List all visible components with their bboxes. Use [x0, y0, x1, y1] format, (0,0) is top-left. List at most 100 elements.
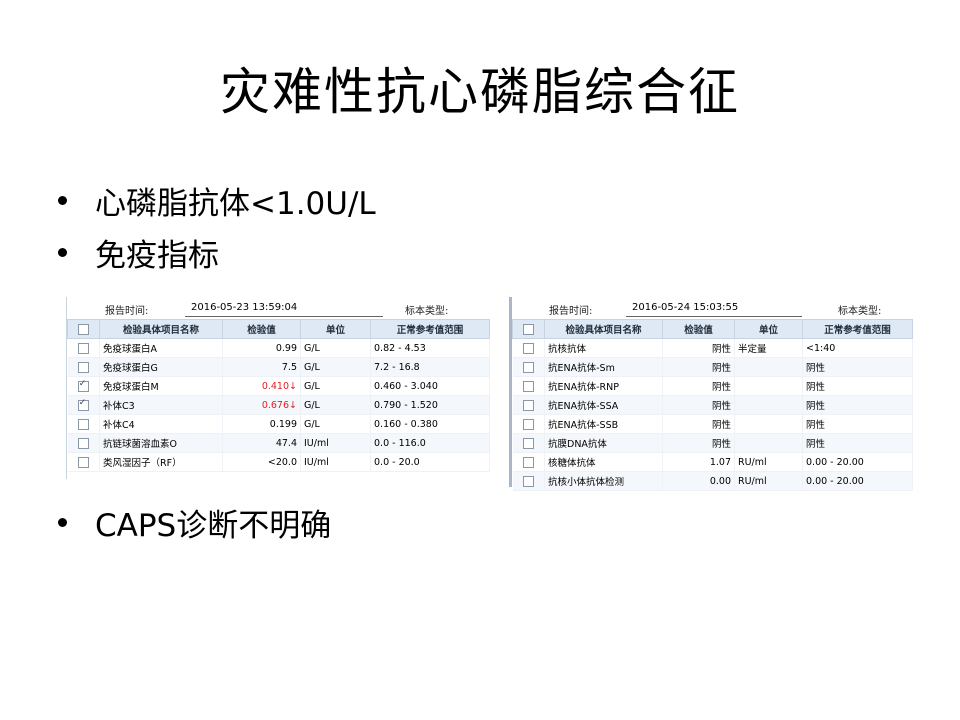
- table-row[interactable]: 核糖体抗体 1.07 RU/ml 0.00 - 20.00: [512, 452, 913, 472]
- col-header-unit[interactable]: 单位: [300, 319, 371, 339]
- cell-range: 阴性: [802, 433, 913, 453]
- cell-unit: 半定量: [734, 338, 803, 358]
- table-row[interactable]: 补体C30.676↓G/L0.790 - 1.520: [67, 395, 490, 415]
- row-checkbox-cell[interactable]: [67, 433, 100, 453]
- report-time-value: 2016-05-23 13:59:04: [191, 302, 298, 313]
- row-checkbox-cell[interactable]: [512, 376, 545, 396]
- cell-range: 0.00 - 20.00: [802, 471, 913, 491]
- col-header-name[interactable]: 检验具体项目名称: [544, 319, 663, 339]
- results-table: 检验具体项目名称 检验值 单位 正常参考值范围 免疫球蛋白A 0.99 G/L 0.8…: [67, 319, 490, 472]
- table-row[interactable]: 类风湿因子（RF） <20.0 IU/ml 0.0 - 20.0: [67, 452, 490, 472]
- bullet-dot-icon: [58, 518, 67, 527]
- bullet-dot-icon: [58, 196, 67, 205]
- row-checkbox-cell[interactable]: [67, 338, 100, 358]
- row-checkbox[interactable]: [77, 418, 89, 430]
- table-row[interactable]: 抗ENA抗体-RNP 阴性 阴性: [512, 376, 913, 396]
- row-checkbox[interactable]: [77, 437, 89, 449]
- cell-item-name: 抗核抗体: [544, 338, 663, 358]
- row-checkbox-cell[interactable]: [67, 452, 100, 472]
- row-checkbox[interactable]: [77, 456, 89, 468]
- table-row[interactable]: 抗膜DNA抗体 阴性 阴性: [512, 433, 913, 453]
- cell-unit: G/L: [300, 357, 371, 377]
- cell-item-name: 抗ENA抗体-SSA: [544, 395, 663, 415]
- bullet-text: CAPS诊断不明确: [95, 508, 332, 544]
- row-checkbox[interactable]: [522, 361, 534, 373]
- cell-value: 0.99: [222, 338, 301, 358]
- cell-unit: [734, 357, 803, 377]
- table-row[interactable]: 抗ENA抗体-SSB 阴性 阴性: [512, 414, 913, 434]
- select-all-checkbox[interactable]: [523, 323, 534, 335]
- cell-range: 0.160 - 0.380: [370, 414, 490, 434]
- cell-value: 7.5: [222, 357, 301, 377]
- cell-range: 0.82 - 4.53: [370, 338, 490, 358]
- row-checkbox-cell[interactable]: [512, 414, 545, 434]
- cell-range: 阴性: [802, 414, 913, 434]
- cell-value: 0.199: [222, 414, 301, 434]
- cell-item-name: 补体C4: [99, 414, 223, 434]
- bullet-immune: 免疫指标: [58, 230, 219, 275]
- select-all-header[interactable]: [67, 319, 100, 339]
- table-row[interactable]: 抗链球菌溶血素O 47.4 IU/ml 0.0 - 116.0: [67, 433, 490, 453]
- report-meta: 报告时间: 2016-05-24 15:03:55 标本类型:: [512, 297, 915, 319]
- cell-item-name: 抗ENA抗体-SSB: [544, 414, 663, 434]
- col-header-range[interactable]: 正常参考值范围: [370, 319, 490, 339]
- cell-value: <20.0: [222, 452, 301, 472]
- cell-unit: [734, 376, 803, 396]
- table-row[interactable]: 免疫球蛋白M0.410↓G/L0.460 - 3.040: [67, 376, 490, 396]
- row-checkbox[interactable]: [522, 380, 534, 392]
- row-checkbox[interactable]: [522, 342, 534, 354]
- row-checkbox[interactable]: [77, 361, 89, 373]
- row-checkbox[interactable]: [522, 399, 534, 411]
- row-checkbox[interactable]: [522, 437, 534, 449]
- table-row[interactable]: 免疫球蛋白A 0.99 G/L 0.82 - 4.53: [67, 338, 490, 358]
- row-checkbox-cell[interactable]: [512, 395, 545, 415]
- table-row[interactable]: 抗核抗体 阴性 半定量 <1:40: [512, 338, 913, 358]
- cell-value: 阴性: [662, 357, 735, 377]
- row-checkbox[interactable]: [77, 342, 89, 354]
- col-header-name[interactable]: 检验具体项目名称: [99, 319, 223, 339]
- row-checkbox-cell[interactable]: [67, 376, 100, 396]
- col-header-unit[interactable]: 单位: [734, 319, 803, 339]
- row-checkbox-cell[interactable]: [512, 452, 545, 472]
- row-checkbox-cell[interactable]: [512, 357, 545, 377]
- cell-unit: RU/ml: [734, 452, 803, 472]
- row-checkbox[interactable]: [522, 418, 534, 430]
- row-checkbox[interactable]: [522, 475, 534, 487]
- cell-range: 0.0 - 116.0: [370, 433, 490, 453]
- row-checkbox-cell[interactable]: [512, 433, 545, 453]
- cell-unit: G/L: [300, 414, 371, 434]
- select-all-header[interactable]: [512, 319, 545, 339]
- cell-range: 阴性: [802, 357, 913, 377]
- cell-item-name: 抗核小体抗体检测: [544, 471, 663, 491]
- select-all-checkbox[interactable]: [78, 323, 89, 335]
- row-checkbox[interactable]: [77, 379, 89, 392]
- row-checkbox-cell[interactable]: [67, 357, 100, 377]
- table-row[interactable]: 抗ENA抗体-SSA 阴性 阴性: [512, 395, 913, 415]
- row-checkbox[interactable]: [77, 398, 89, 411]
- cell-value: 0.00: [662, 471, 735, 491]
- lab-report-autoantibody: 报告时间: 2016-05-24 15:03:55 标本类型: 检验具体项目名称…: [509, 297, 915, 491]
- col-header-value[interactable]: 检验值: [662, 319, 735, 339]
- cell-unit: [734, 395, 803, 415]
- report-time-label: 报告时间:: [105, 306, 149, 317]
- cell-unit: IU/ml: [300, 433, 371, 453]
- cell-unit: G/L: [300, 376, 371, 396]
- results-table: 检验具体项目名称 检验值 单位 正常参考值范围 抗核抗体 阴性 半定量 <1:40 抗E…: [512, 319, 913, 491]
- report-time-value: 2016-05-24 15:03:55: [632, 302, 739, 313]
- row-checkbox-cell[interactable]: [67, 395, 100, 415]
- col-header-value[interactable]: 检验值: [222, 319, 301, 339]
- bullet-text: 免疫指标: [95, 238, 219, 274]
- table-row[interactable]: 抗核小体抗体检测 0.00 RU/ml 0.00 - 20.00: [512, 471, 913, 491]
- col-header-range[interactable]: 正常参考值范围: [802, 319, 913, 339]
- cell-value: 阴性: [662, 433, 735, 453]
- row-checkbox-cell[interactable]: [512, 471, 545, 491]
- table-row[interactable]: 抗ENA抗体-Sm 阴性 阴性: [512, 357, 913, 377]
- row-checkbox[interactable]: [522, 456, 534, 468]
- cell-value: 阴性: [662, 338, 735, 358]
- cell-value: 阴性: [662, 395, 735, 415]
- row-checkbox-cell[interactable]: [512, 338, 545, 358]
- table-row[interactable]: 补体C4 0.199 G/L 0.160 - 0.380: [67, 414, 490, 434]
- specimen-label: 标本类型:: [838, 306, 882, 317]
- row-checkbox-cell[interactable]: [67, 414, 100, 434]
- table-row[interactable]: 免疫球蛋白G 7.5 G/L 7.2 - 16.8: [67, 357, 490, 377]
